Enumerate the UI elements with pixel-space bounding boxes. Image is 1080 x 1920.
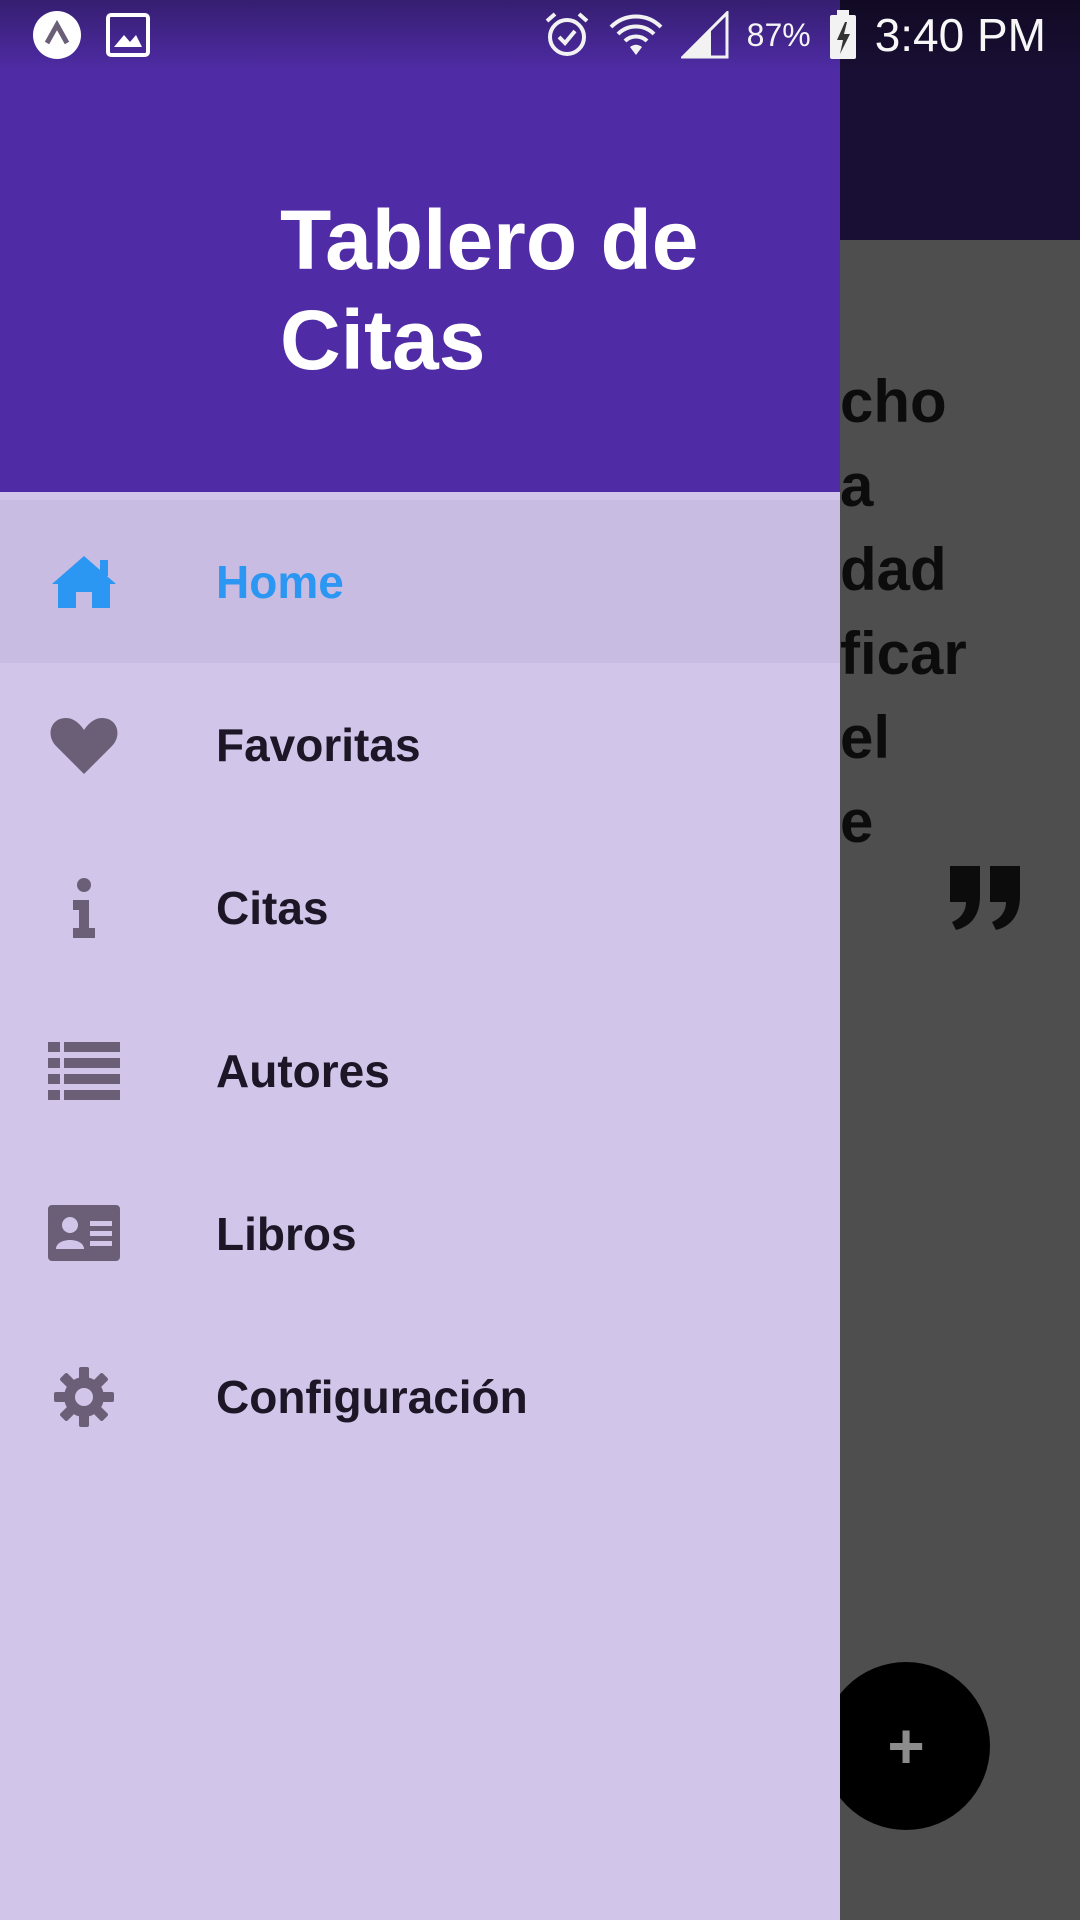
navigation-drawer: Tablero de Citas Home Favoritas Citas Au…: [0, 0, 840, 1920]
home-icon: [48, 546, 120, 618]
heart-icon: [48, 709, 120, 781]
drawer-header: Tablero de Citas: [0, 0, 840, 492]
drawer-item-home[interactable]: Home: [0, 500, 840, 663]
drawer-item-autores[interactable]: Autores: [0, 989, 840, 1152]
drawer-item-libros[interactable]: Libros: [0, 1152, 840, 1315]
quote-text: cho a dad ficar el e: [840, 368, 967, 855]
battery-percent: 87%: [746, 16, 811, 53]
battery-charging-icon: [829, 10, 856, 59]
drawer-item-favoritas[interactable]: Favoritas: [0, 663, 840, 826]
drawer-title: Tablero de Citas: [280, 193, 699, 387]
status-time: 3:40 PM: [874, 9, 1046, 61]
gear-icon: [48, 1361, 120, 1433]
app-notification-icon: [33, 11, 81, 59]
wifi-icon: [609, 14, 663, 55]
drawer-item-label: Favoritas: [216, 718, 421, 771]
info-icon: [48, 872, 120, 944]
plus-icon: +: [887, 1710, 925, 1782]
drawer-menu: Home Favoritas Citas Autores Libros Conf…: [0, 500, 840, 1478]
drawer-item-citas[interactable]: Citas: [0, 826, 840, 989]
drawer-item-configuracion[interactable]: Configuración: [0, 1315, 840, 1478]
status-bar: 87% 3:40 PM: [0, 0, 1080, 72]
image-notification-icon: [106, 13, 150, 57]
list-icon: [48, 1035, 120, 1107]
drawer-item-label: Home: [216, 555, 344, 608]
drawer-item-label: Autores: [216, 1044, 390, 1097]
signal-icon: [680, 11, 729, 59]
quote-icon: [950, 866, 1020, 930]
drawer-item-label: Citas: [216, 881, 329, 934]
alarm-icon: [545, 12, 588, 56]
drawer-item-label: Configuración: [216, 1370, 528, 1423]
id-card-icon: [48, 1198, 120, 1270]
add-fab-button[interactable]: +: [822, 1662, 990, 1830]
drawer-item-label: Libros: [216, 1207, 357, 1260]
